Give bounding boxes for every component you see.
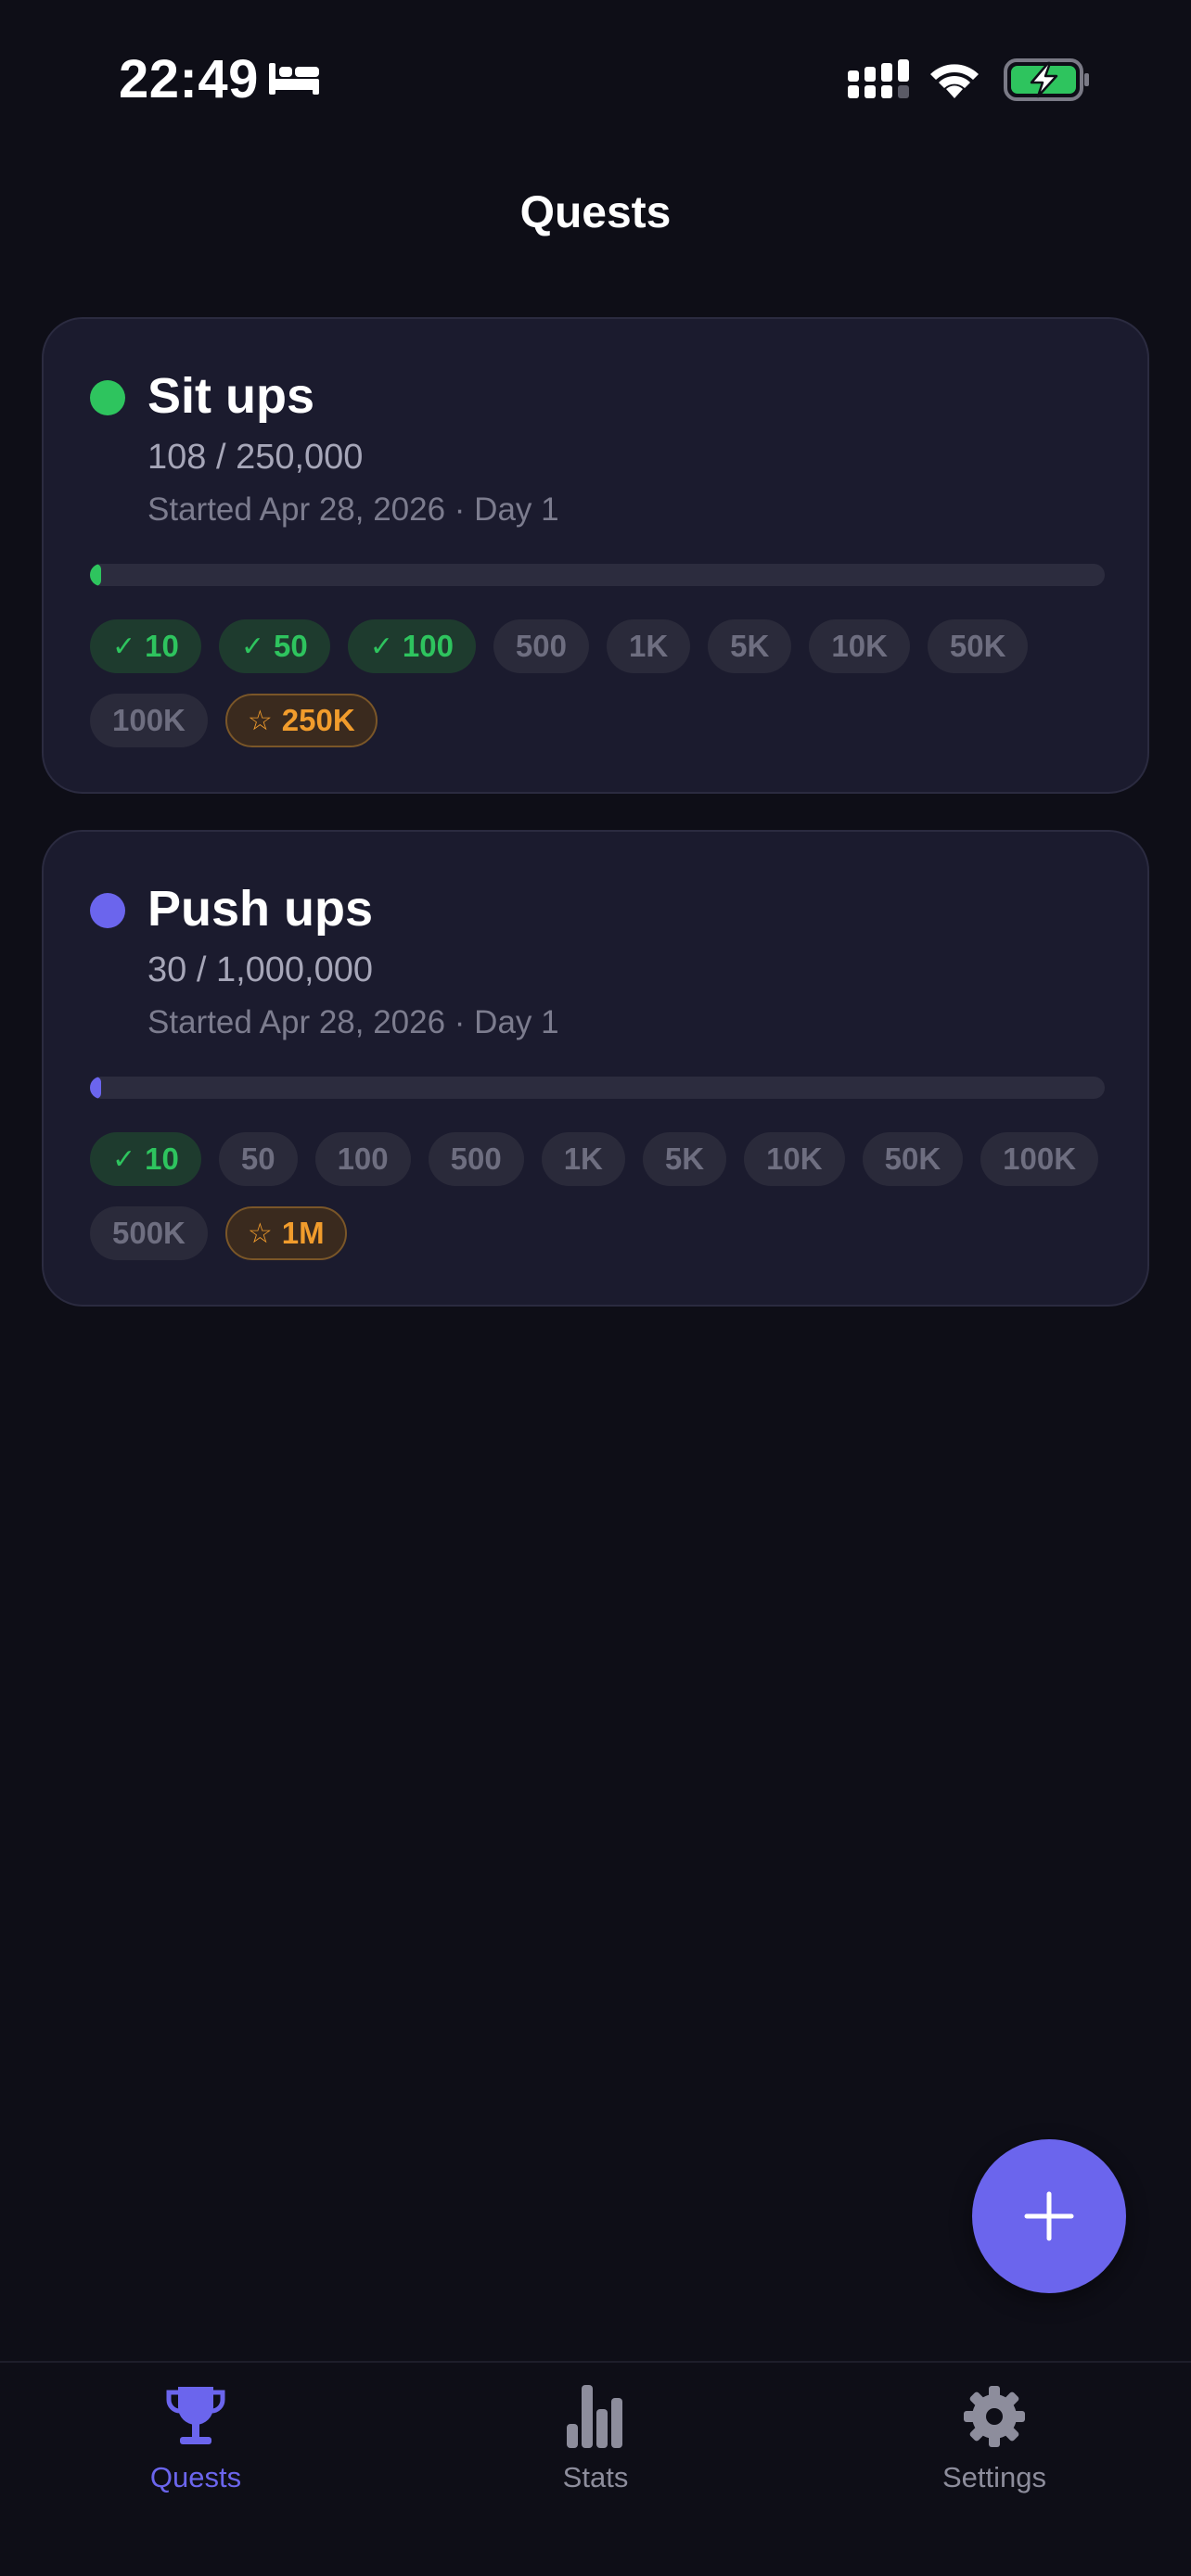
- milestone-label: 10K: [831, 629, 888, 663]
- milestone-chip-todo: 100: [314, 1132, 411, 1186]
- milestone-label: 100K: [1003, 1141, 1077, 1176]
- milestone-label: 100: [402, 629, 454, 663]
- checkmark-icon: ✓: [112, 1143, 136, 1175]
- milestone-chip-todo: 500: [428, 1132, 524, 1186]
- milestone-label: 5K: [664, 1141, 705, 1176]
- milestone-label: 500: [515, 629, 567, 663]
- quests-screen: 22:49 Quests Sit ups 108 / 250,000 Start…: [0, 0, 1191, 2576]
- quest-status-dot: [90, 893, 125, 928]
- milestone-chip-todo: 1K: [541, 1132, 625, 1186]
- quest-progress-fill: [90, 564, 102, 586]
- signal-icon: [848, 59, 909, 98]
- milestone-chip-todo: 1K: [606, 619, 691, 673]
- quest-progress-bar: [90, 564, 1105, 586]
- tab-bar: Quests Stats Settings: [0, 2361, 1191, 2576]
- milestone-chip-done: ✓ 10: [90, 1132, 201, 1186]
- plus-icon: [1024, 2191, 1074, 2241]
- milestone-label: 1M: [281, 1216, 325, 1250]
- status-bar: 22:49: [0, 0, 1191, 148]
- milestone-label: 50: [240, 1141, 275, 1176]
- milestone-chip-todo: 10K: [744, 1132, 845, 1186]
- tab-label: Settings: [941, 2461, 1046, 2493]
- milestone-label: 100: [337, 1141, 389, 1176]
- milestone-label: 1K: [563, 1141, 603, 1176]
- gear-icon: [964, 2386, 1025, 2447]
- tab-quests[interactable]: Quests: [75, 2383, 316, 2513]
- quest-progress-text: 30 / 1,000,000: [147, 950, 373, 989]
- milestone-label: 5K: [730, 629, 770, 663]
- milestone-label: 10K: [766, 1141, 823, 1176]
- milestone-chip-todo: 100K: [90, 694, 208, 747]
- bar-chart-icon: [567, 2385, 622, 2448]
- tab-label: Quests: [149, 2461, 242, 2493]
- quest-card-push-ups[interactable]: Push ups 30 / 1,000,000 Started Apr 28, …: [42, 830, 1149, 1307]
- milestone-chip-goal: ☆ 1M: [224, 1206, 347, 1260]
- milestone-chip-todo: 5K: [708, 619, 792, 673]
- checkmark-icon: ✓: [240, 631, 264, 662]
- star-icon: ☆: [247, 705, 273, 736]
- bed-icon: [269, 63, 319, 95]
- milestone-label: 10: [145, 1141, 179, 1176]
- tab-stats[interactable]: Stats: [475, 2383, 716, 2513]
- add-quest-button[interactable]: [972, 2139, 1126, 2293]
- milestone-chip-done: ✓ 10: [90, 619, 201, 673]
- quest-started-text: Started Apr 28, 2026 · Day 1: [147, 491, 559, 528]
- milestone-chip-todo: 500K: [90, 1206, 208, 1260]
- milestone-chip-goal: ☆ 250K: [224, 694, 378, 747]
- quest-progress-bar: [90, 1077, 1105, 1099]
- milestone-label: 500K: [112, 1216, 186, 1250]
- quest-name: Push ups: [147, 881, 374, 937]
- milestone-chip-todo: 500: [493, 619, 589, 673]
- milestone-chip-todo: 50K: [927, 619, 1029, 673]
- milestone-chip-todo: 100K: [980, 1132, 1099, 1186]
- milestone-label: 10: [145, 629, 179, 663]
- milestone-chip-done: ✓ 100: [347, 619, 476, 673]
- quest-progress-fill: [90, 1077, 102, 1099]
- page-title: Quests: [519, 188, 672, 237]
- checkmark-icon: ✓: [369, 631, 393, 662]
- milestone-chip-done: ✓ 50: [218, 619, 330, 673]
- milestone-chip-todo: 50: [218, 1132, 298, 1186]
- milestone-label: 250K: [281, 703, 355, 737]
- wifi-icon: [930, 64, 979, 98]
- milestone-list: ✓ 10 ✓ 50 ✓ 100 500 1K 5K 10K 50K 100K ☆ 250K: [90, 619, 1110, 747]
- quest-status-dot: [90, 380, 125, 415]
- milestone-chip-todo: 50K: [862, 1132, 964, 1186]
- milestone-label: 50K: [884, 1141, 941, 1176]
- quest-progress-text: 108 / 250,000: [147, 438, 364, 477]
- quest-started-text: Started Apr 28, 2026 · Day 1: [147, 1004, 559, 1040]
- status-time: 22:49: [119, 49, 259, 109]
- quest-card-sit-ups[interactable]: Sit ups 108 / 250,000 Started Apr 28, 20…: [42, 317, 1149, 794]
- milestone-list: ✓ 10 50 100 500 1K 5K 10K 50K 100K 500K ☆ 1M: [90, 1132, 1110, 1260]
- milestone-label: 50: [274, 629, 308, 663]
- milestone-chip-todo: 5K: [642, 1132, 727, 1186]
- quest-name: Sit ups: [147, 368, 315, 424]
- checkmark-icon: ✓: [112, 631, 136, 662]
- milestone-label: 1K: [628, 629, 669, 663]
- star-icon: ☆: [247, 1218, 273, 1249]
- milestone-label: 100K: [112, 703, 186, 737]
- milestone-label: 50K: [949, 629, 1006, 663]
- tab-label: Stats: [562, 2461, 629, 2493]
- battery-charging-icon: [1004, 58, 1089, 101]
- milestone-label: 500: [450, 1141, 502, 1176]
- tab-settings[interactable]: Settings: [874, 2383, 1115, 2513]
- trophy-icon: [166, 2387, 225, 2444]
- milestone-chip-todo: 10K: [809, 619, 910, 673]
